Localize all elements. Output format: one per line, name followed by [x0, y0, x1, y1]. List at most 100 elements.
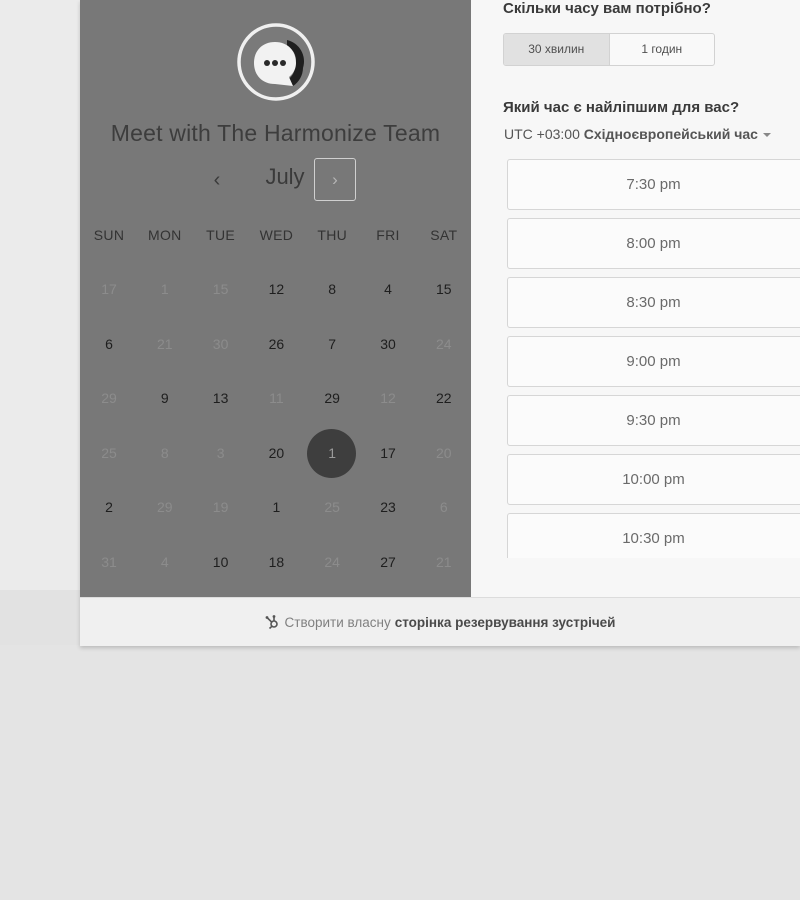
prev-month-button[interactable]: ‹: [205, 166, 229, 194]
timezone-offset: UTC +03:00: [504, 126, 580, 142]
calendar-day-number: 20: [268, 444, 285, 461]
time-question: Який час є найліпшим для вас?: [503, 99, 740, 116]
calendar-day[interactable]: 29: [304, 371, 360, 426]
calendar-day-number: 29: [324, 390, 340, 407]
calendar-day: 25: [81, 426, 137, 481]
calendar-day: 8: [137, 426, 193, 481]
calendar-day[interactable]: 6: [81, 317, 137, 372]
timeslot-list: 7:30 pm 8:00 pm 8:30 pm 9:00 pm 9:30 pm 10:00…: [507, 159, 800, 558]
calendar-day[interactable]: 8: [304, 262, 360, 317]
calendar-day-number: 31: [101, 554, 117, 570]
calendar-day: 21: [416, 535, 472, 590]
timeslot-button[interactable]: 8:00 pm: [507, 218, 800, 269]
calendar-day-number: 25: [324, 499, 340, 516]
calendar-day-selected[interactable]: 1: [304, 426, 360, 481]
calendar-day[interactable]: 26: [248, 317, 304, 372]
calendar-day-number: 21: [436, 554, 452, 570]
timeslot-button[interactable]: 10:30 pm: [507, 513, 800, 558]
timeslot-button[interactable]: 9:00 pm: [507, 336, 800, 387]
calendar-day[interactable]: 7: [304, 317, 360, 372]
calendar-day: 25: [304, 480, 360, 535]
calendar-day-number: 24: [324, 554, 340, 570]
calendar-grid: 17 1 15 12 8 4 15 6 21 30 26 7 30 24 29 9 13 11 29 12 22 25 8 3…: [80, 262, 471, 592]
calendar-day-number: 22: [436, 390, 452, 407]
calendar-day[interactable]: 4: [360, 262, 416, 317]
timeslot-button[interactable]: 8:30 pm: [507, 277, 800, 328]
page-background-band: [0, 590, 80, 645]
calendar-day-number: 24: [436, 335, 452, 352]
calendar-day: 15: [193, 262, 249, 317]
calendar-day-number: 29: [157, 499, 173, 516]
weekday-label: MON: [148, 227, 182, 243]
calendar-day: 12: [360, 371, 416, 426]
calendar-day-number: 7: [328, 335, 337, 352]
calendar-day-number: 30: [212, 335, 229, 352]
calendar-day-number: 25: [101, 444, 117, 461]
calendar-day-number: 18: [268, 554, 285, 570]
calendar-day: 11: [248, 371, 304, 426]
weekday-label: WED: [259, 227, 294, 243]
calendar-day-number: 8: [328, 281, 337, 297]
calendar-day[interactable]: 12: [248, 262, 304, 317]
calendar-day-number: 11: [269, 390, 284, 407]
month-label: July: [265, 164, 305, 189]
calendar-day-number: 3: [216, 444, 225, 461]
weekday-label: FRI: [376, 227, 400, 243]
weekday-label: THU: [317, 227, 348, 243]
timeslot-button[interactable]: 7:30 pm: [507, 159, 800, 210]
weekday-label: TUE: [206, 227, 236, 243]
calendar-day: 6: [416, 480, 472, 535]
calendar-day-number: 1: [328, 444, 337, 461]
timezone-selector[interactable]: UTC +03:00 Східноєвропейський час: [504, 126, 771, 142]
footer-text: Створити власну: [284, 614, 391, 630]
calendar-day: 17: [81, 262, 137, 317]
calendar-day[interactable]: 23: [360, 480, 416, 535]
calendar-day-number: 30: [380, 335, 396, 352]
calendar-day[interactable]: 15: [416, 262, 472, 317]
calendar-day-number: 4: [160, 554, 169, 570]
calendar-day-number: 26: [268, 335, 285, 352]
next-month-button[interactable]: ›: [314, 158, 356, 201]
calendar-day[interactable]: 10: [193, 535, 249, 590]
chat-bubble-dots-icon: [237, 22, 315, 102]
calendar-day[interactable]: 20: [248, 426, 304, 481]
calendar-day-number: 27: [380, 554, 396, 570]
calendar-day-number: 15: [436, 281, 452, 297]
calendar-day[interactable]: 17: [360, 426, 416, 481]
calendar-day[interactable]: 18: [248, 535, 304, 590]
calendar-day[interactable]: 27: [360, 535, 416, 590]
calendar-day[interactable]: 30: [360, 317, 416, 372]
calendar-day: 19: [193, 480, 249, 535]
calendar-day-number: 6: [105, 335, 113, 352]
duration-toggle: 30 хвилин 1 годин: [503, 33, 715, 66]
calendar-day[interactable]: 13: [193, 371, 249, 426]
calendar-day[interactable]: 9: [137, 371, 193, 426]
calendar-day-number: 12: [268, 281, 285, 297]
calendar-day[interactable]: 22: [416, 371, 472, 426]
calendar-day: 30: [193, 317, 249, 372]
footer: Створити власну сторінка резервування зу…: [80, 597, 800, 646]
calendar-day-number: 17: [101, 281, 117, 297]
calendar-day: 31: [81, 535, 137, 590]
calendar-day-number: 12: [380, 390, 396, 407]
calendar-day: 1: [137, 262, 193, 317]
duration-option[interactable]: 30 хвилин: [504, 34, 610, 65]
calendar-day: 20: [416, 426, 472, 481]
calendar-day: 3: [193, 426, 249, 481]
organizer-title: Meet with The Harmonize Team: [110, 120, 441, 146]
duration-option[interactable]: 1 годин: [610, 34, 715, 65]
month-navigation: ‹ July ›: [80, 158, 471, 202]
calendar-day-number: 6: [439, 499, 448, 516]
weekday-label: SAT: [430, 227, 458, 243]
calendar-day: 29: [137, 480, 193, 535]
calendar-day[interactable]: 1: [248, 480, 304, 535]
calendar-day-number: 20: [436, 444, 452, 461]
calendar-day: 4: [137, 535, 193, 590]
calendar-day-number: 8: [160, 444, 169, 461]
timeslot-button[interactable]: 10:00 pm: [507, 454, 800, 505]
calendar-day-number: 1: [272, 499, 281, 516]
timeslot-button[interactable]: 9:30 pm: [507, 395, 800, 446]
calendar-day-number: 10: [212, 554, 229, 570]
footer-link[interactable]: сторінка резервування зустрічей: [395, 615, 616, 630]
calendar-day[interactable]: 2: [81, 480, 137, 535]
